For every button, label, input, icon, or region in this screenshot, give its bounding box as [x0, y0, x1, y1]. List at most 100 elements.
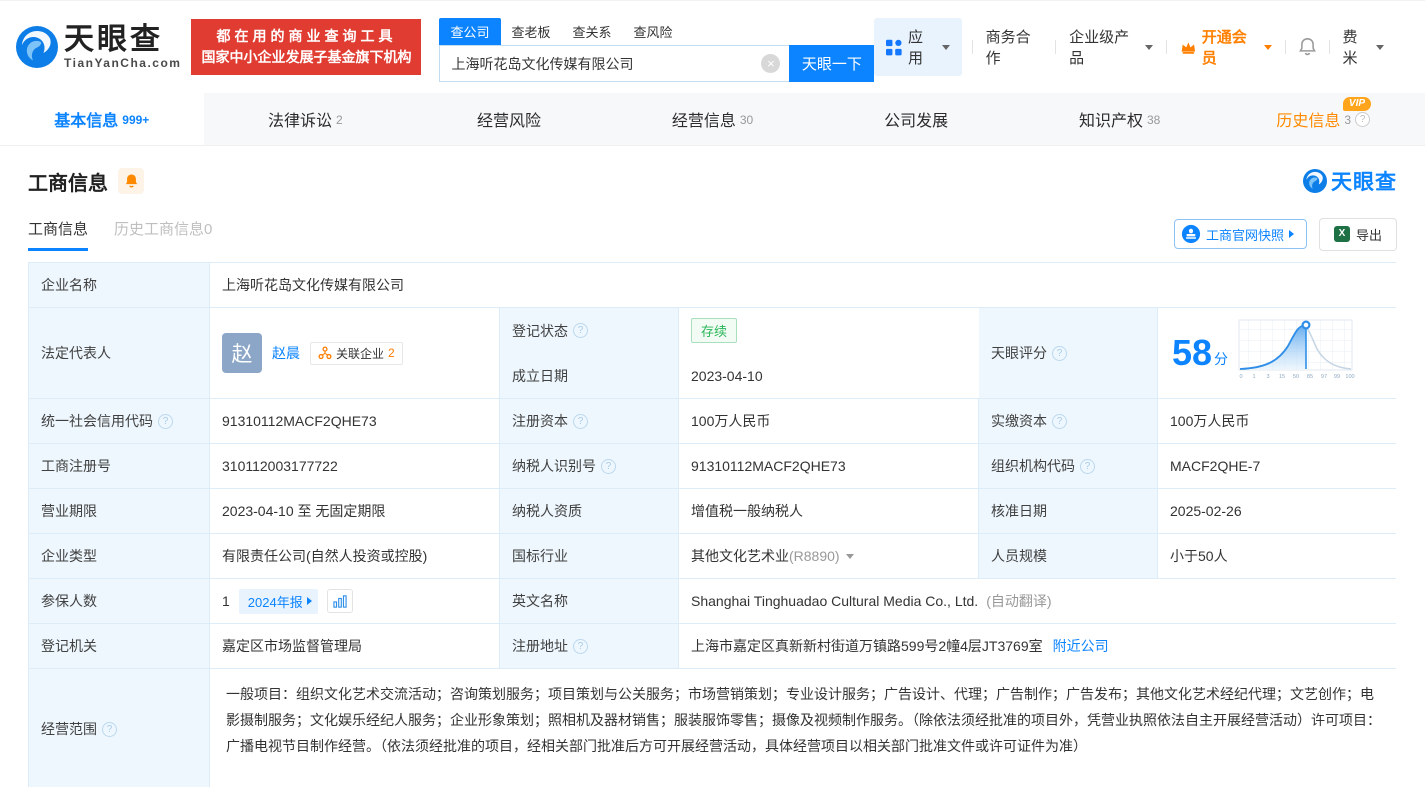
svg-text:97: 97 [1321, 374, 1327, 380]
score-cell: 58 分 0 1 3 15 50 85 97 99 100 [1158, 308, 1397, 398]
tab-basic-info[interactable]: 基本信息 999+ [0, 93, 204, 145]
svg-text:100: 100 [1345, 374, 1354, 380]
legal-rep-name-link[interactable]: 赵晨 [272, 343, 300, 363]
org-chart-icon [318, 346, 332, 360]
taxpayer-id-label: 纳税人识别号 ? [500, 444, 679, 488]
caret-down-icon [941, 44, 950, 50]
org-code-label: 组织机构代码 ? [979, 444, 1158, 488]
menu-cooperation[interactable]: 商务合作 [973, 26, 1056, 68]
help-icon[interactable]: ? [573, 413, 588, 429]
help-icon[interactable]: ? [1052, 345, 1067, 361]
legal-rep-label: 法定代表人 [29, 308, 210, 398]
paid-capital-label: 实缴资本 ? [979, 399, 1158, 443]
table-row: 法定代表人 赵 赵晨 关联企业 2 登记状态 ? 存续 成立日期 2023-04… [29, 308, 1397, 399]
top-bar: 天眼查 TianYanCha.com 都在用的商业查询工具 国家中小企业发展子基… [0, 1, 1425, 93]
term-value: 2023-04-10 至 无固定期限 [210, 489, 500, 533]
subtab-row: 工商信息 历史工商信息0 工商官网快照 X 导出 [28, 214, 1397, 254]
score-label-cell: 天眼评分 ? [979, 308, 1158, 398]
nearby-companies-link[interactable]: 附近公司 [1053, 636, 1109, 656]
industry-code: (R8890) [789, 548, 840, 564]
slogan-line-1: 都在用的商业查询工具 [216, 28, 397, 44]
help-icon[interactable]: ? [573, 323, 588, 338]
search-tab-company[interactable]: 查公司 [439, 18, 501, 45]
subtab-history-business-info[interactable]: 历史工商信息0 [114, 218, 212, 251]
help-icon[interactable]: ? [601, 458, 616, 474]
top-menu: 应用 商务合作 企业级产品 开通会员 费米 [874, 18, 1397, 76]
legal-rep-cell: 赵 赵晨 关联企业 2 [210, 308, 500, 398]
tab-operation-info[interactable]: 经营信息 30 [611, 93, 815, 145]
tab-legal[interactable]: 法律诉讼 2 [204, 93, 408, 145]
svg-text:0: 0 [1239, 374, 1242, 380]
insured-label: 参保人数 [29, 579, 210, 623]
section-title: 工商信息 [28, 172, 108, 195]
official-snapshot-button[interactable]: 工商官网快照 [1173, 219, 1307, 249]
help-icon[interactable]: ? [1355, 111, 1371, 127]
score-axis-ticks: 0 1 3 15 50 85 97 99 100 [1239, 374, 1354, 380]
svg-text:50: 50 [1293, 374, 1299, 380]
apps-menu[interactable]: 应用 [874, 18, 962, 76]
reg-capital-label: 注册资本 ? [500, 399, 679, 443]
english-name-label: 英文名称 [500, 579, 679, 623]
export-button[interactable]: X 导出 [1318, 217, 1397, 251]
table-row: 工商注册号 310112003177722 纳税人识别号 ? 91310112M… [29, 444, 1397, 489]
vip-badge: VIP [1342, 97, 1372, 111]
subtab-business-info[interactable]: 工商信息 [28, 218, 89, 251]
search-input[interactable] [439, 45, 790, 82]
excel-icon: X [1333, 226, 1350, 242]
staff-size-value: 小于50人 [1158, 534, 1397, 578]
notification-bell-icon[interactable] [1286, 37, 1329, 57]
reg-no-label: 工商注册号 [29, 444, 210, 488]
tianyancha-page: 天眼查 TianYanCha.com 都在用的商业查询工具 国家中小企业发展子基… [0, 0, 1425, 787]
search-button[interactable]: 天眼一下 [789, 45, 875, 82]
menu-open-vip[interactable]: 开通会员 [1167, 26, 1285, 68]
table-row: 登记机关 嘉定区市场监督管理局 注册地址 ? 上海市嘉定区真新新村街道万镇路59… [29, 624, 1397, 669]
svg-text:15: 15 [1279, 374, 1285, 380]
apps-grid-icon [886, 39, 903, 55]
username: 费米 [1342, 29, 1358, 67]
search-tab-boss[interactable]: 查老板 [501, 18, 562, 45]
score-distribution-chart: 0 1 3 15 50 85 97 99 100 [1238, 319, 1355, 380]
arrow-right-icon [1288, 230, 1294, 238]
search-tab-relation[interactable]: 查关系 [562, 18, 623, 45]
business-info-table: 企业名称 上海听花岛文化传媒有限公司 法定代表人 赵 赵晨 关联企业 2 登记状… [28, 262, 1397, 787]
tianyancha-logo-icon [16, 26, 58, 68]
tab-company-development[interactable]: 公司发展 [814, 93, 1018, 145]
apps-label: 应用 [908, 29, 924, 67]
menu-enterprise[interactable]: 企业级产品 [1056, 26, 1166, 68]
help-icon[interactable]: ? [1052, 413, 1067, 429]
help-icon[interactable]: ? [102, 721, 117, 737]
org-code-value: MACF2QHE-7 [1158, 444, 1397, 488]
table-row: 经营范围 ? 一般项目：组织文化艺术交流活动；咨询策划服务；项目策划与公关服务；… [29, 669, 1397, 787]
table-row: 统一社会信用代码 ? 91310112MACF2QHE73 注册资本 ? 100… [29, 399, 1397, 444]
insured-trend-button[interactable] [326, 589, 353, 613]
table-row: 营业期限 2023-04-10 至 无固定期限 纳税人资质 增值税一般纳税人 核… [29, 489, 1397, 534]
english-name-cell: Shanghai Tinghuadao Cultural Media Co., … [679, 579, 1397, 623]
search-tab-risk[interactable]: 查风险 [623, 18, 684, 45]
svg-text:1: 1 [1252, 374, 1255, 380]
svg-text:85: 85 [1307, 374, 1313, 380]
tab-history-info[interactable]: VIP 历史信息 3 ? [1221, 93, 1425, 145]
establish-date-value: 2023-04-10 [679, 353, 979, 398]
help-icon[interactable]: ? [573, 638, 588, 654]
legal-rep-avatar: 赵 [222, 333, 262, 373]
user-menu[interactable]: 费米 [1329, 26, 1397, 68]
arrow-right-icon [306, 597, 312, 605]
site-logo[interactable]: 天眼查 TianYanCha.com [16, 24, 181, 70]
help-icon[interactable]: ? [158, 413, 173, 429]
tianyancha-watermark-icon [1303, 169, 1327, 193]
subscribe-bell-icon[interactable] [118, 168, 144, 194]
annual-report-badge[interactable]: 2024年报 [238, 588, 318, 614]
company-name-label: 企业名称 [29, 263, 210, 307]
watermark-logo: 天眼查 [1303, 166, 1397, 196]
industry-label: 国标行业 [500, 534, 679, 578]
authority-value: 嘉定区市场监督管理局 [210, 624, 500, 668]
related-companies-badge[interactable]: 关联企业 2 [310, 341, 403, 365]
help-icon[interactable]: ? [1080, 458, 1095, 474]
tab-intellectual-property[interactable]: 知识产权 38 [1018, 93, 1222, 145]
scope-label: 经营范围 ? [29, 669, 210, 787]
chevron-down-icon[interactable] [845, 553, 854, 559]
uscc-value: 91310112MACF2QHE73 [210, 399, 500, 443]
tab-operation-risk[interactable]: 经营风险 [407, 93, 611, 145]
table-row: 企业名称 上海听花岛文化传媒有限公司 [29, 263, 1397, 308]
term-label: 营业期限 [29, 489, 210, 533]
